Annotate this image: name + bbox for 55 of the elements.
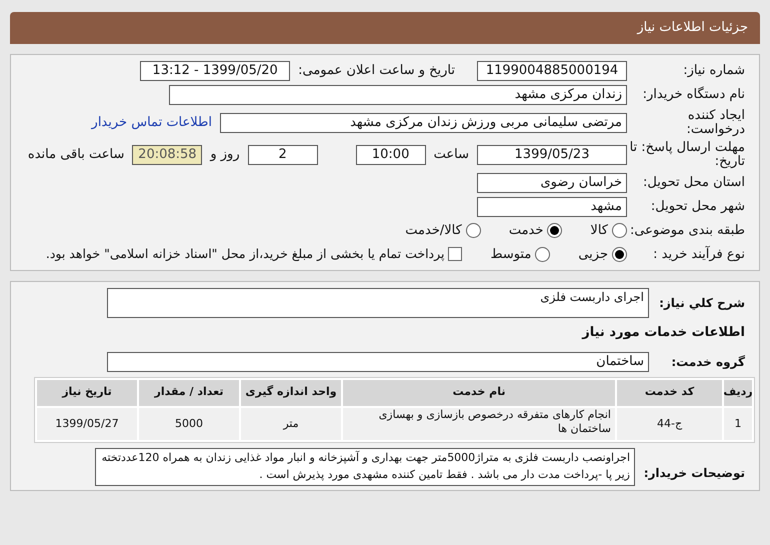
field-label: روز و bbox=[210, 146, 240, 164]
field-label: ایجاد کننده درخواست: bbox=[686, 109, 745, 137]
header-bar: جزئیات اطلاعات نیاز bbox=[10, 12, 760, 44]
field-label: ساعت bbox=[434, 146, 469, 164]
text-field[interactable]: 2 bbox=[248, 145, 318, 165]
field-label: استان محل تحویل: bbox=[642, 174, 745, 192]
radio-button[interactable] bbox=[612, 223, 627, 238]
column-header: کد خدمت bbox=[617, 380, 722, 406]
text-field[interactable]: 1199004885000194 bbox=[477, 61, 627, 81]
field-label: طبقه بندی موضوعی: bbox=[628, 222, 745, 240]
text-field[interactable]: 1399/05/23 bbox=[477, 145, 627, 165]
table-cell: 5000 bbox=[139, 408, 239, 440]
field-label: نوع فرآیند خرید : bbox=[652, 244, 745, 264]
column-header: نام خدمت bbox=[343, 380, 615, 406]
text-field[interactable]: مرتضی سلیمانی مربی ورزش زندان مرکزی مشهد bbox=[220, 113, 627, 133]
text-field[interactable]: 20:08:58 bbox=[132, 145, 202, 165]
text-field[interactable]: زندان مرکزی مشهد bbox=[169, 85, 627, 105]
field-label: توضیحات خریدار: bbox=[642, 464, 745, 482]
radio-label: خدمت bbox=[508, 222, 544, 240]
checkbox-label: پرداخت تمام یا بخشی از مبلغ خرید،از محل "اسناد خزانه اسلامی" خواهد بود. bbox=[46, 244, 444, 263]
text-field[interactable]: خراسان رضوی bbox=[477, 173, 627, 193]
field-label: گروه خدمت: bbox=[670, 354, 745, 370]
column-header: واحد اندازه گیری bbox=[241, 380, 341, 406]
table-cell: ج-44 bbox=[617, 408, 722, 440]
text-field[interactable]: ساختمان bbox=[107, 352, 649, 372]
text-area[interactable]: اجرای داربست فلزی bbox=[107, 288, 649, 318]
radio-button[interactable] bbox=[466, 223, 481, 238]
radio-button[interactable] bbox=[547, 223, 562, 238]
field-label: شماره نیاز: bbox=[682, 62, 745, 80]
radio-label: کالا bbox=[590, 222, 608, 240]
text-field[interactable]: 10:00 bbox=[356, 145, 426, 165]
table-cell: متر bbox=[241, 408, 341, 440]
radio-label: متوسط bbox=[490, 246, 532, 264]
section-title: اطلاعات خدمات مورد نیاز bbox=[580, 324, 745, 342]
checkbox[interactable] bbox=[448, 247, 462, 262]
column-header: ردیف bbox=[724, 380, 752, 406]
column-header: تعداد / مقدار bbox=[139, 380, 239, 406]
field-label: مهلت ارسال پاسخ: تا تاریخ: bbox=[628, 141, 745, 169]
radio-button[interactable] bbox=[535, 246, 550, 262]
table-cell: انجام کارهای متفرقه درخصوص بازسازی و بهسازی ساختمان ها bbox=[343, 408, 615, 440]
field-label: تاریخ و ساعت اعلان عمومی: bbox=[298, 62, 455, 80]
field-label: نام دستگاه خریدار: bbox=[642, 86, 745, 104]
contact-link[interactable]: اطلاعات تماس خریدار bbox=[92, 113, 212, 133]
text-area[interactable]: اجراونصب داربست فلزی به متراژ5000متر جهت بهداری و آشپزخانه و انبار مواد غذایی زندان به همراه 120عددتخته زیر پا -پرداخت مدت دار می باشد . فقط تامین کننده مشهدی مورد پذیرش است . bbox=[95, 448, 635, 486]
text-field[interactable]: مشهد bbox=[477, 197, 627, 217]
table-cell: 1 bbox=[724, 408, 752, 440]
radio-label: کالا/خدمت bbox=[405, 222, 462, 240]
column-header: تاریخ نیاز bbox=[37, 380, 137, 406]
field-label: شهر محل تحویل: bbox=[650, 198, 745, 216]
field-label: ساعت باقی مانده bbox=[28, 146, 124, 164]
field-label: شرح کلي نياز: bbox=[658, 295, 745, 312]
text-field[interactable]: 1399/05/20 - 13:12 bbox=[140, 61, 290, 81]
table-cell: 1399/05/27 bbox=[37, 408, 137, 440]
radio-label: جزیی bbox=[578, 246, 608, 264]
radio-button[interactable] bbox=[612, 246, 627, 262]
